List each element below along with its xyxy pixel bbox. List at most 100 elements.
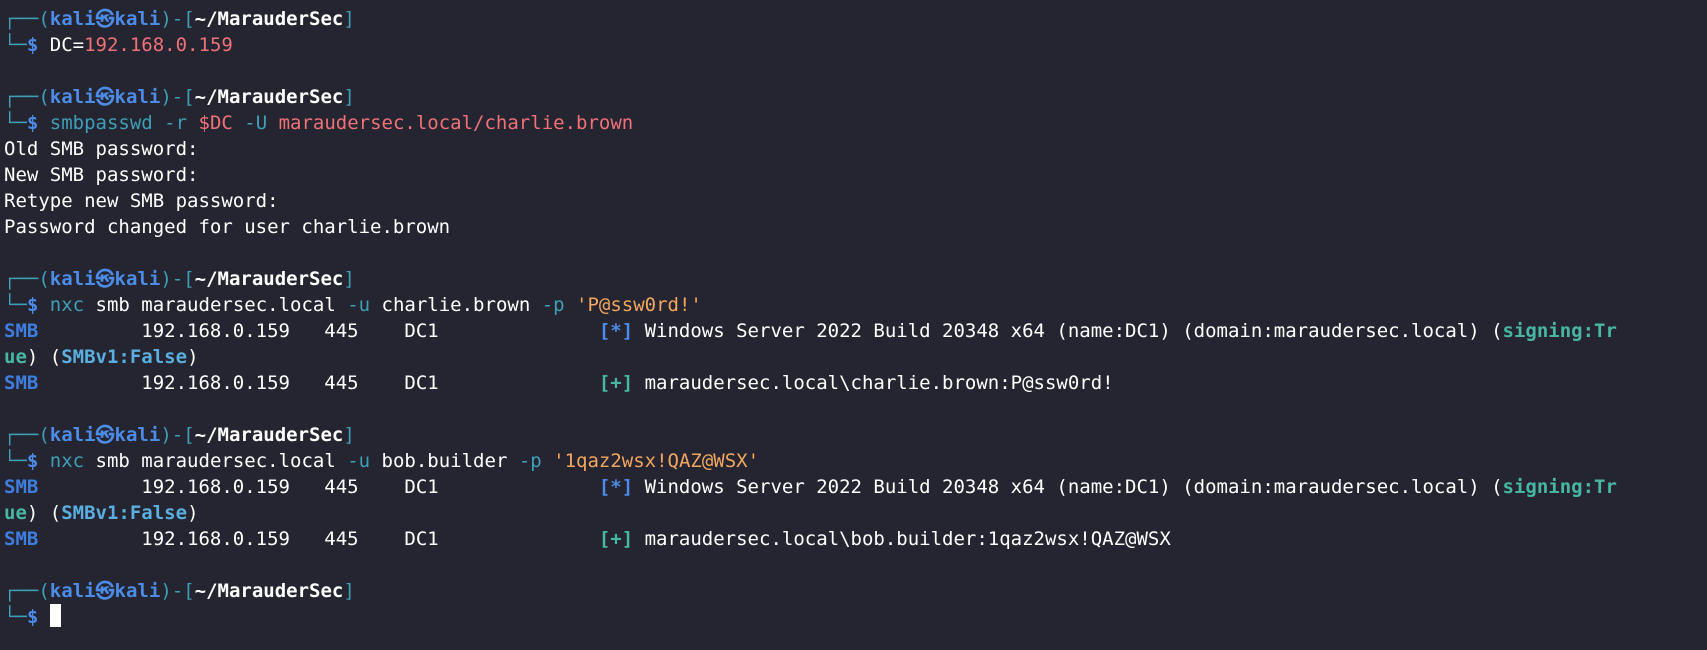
command-token: $DC xyxy=(198,112,233,134)
prompt-at-symbol: ㉿ xyxy=(95,268,115,290)
command-line: └─$ nxc smb maraudersec.local -u charlie… xyxy=(4,292,1707,318)
terminal-window[interactable]: ┌──(kali㉿kali)-[~/MarauderSec] └─$ DC=192… xyxy=(0,0,1707,650)
output-token: 192.168.0.159 445 DC1 xyxy=(38,476,599,498)
prompt-frame: ] xyxy=(343,86,355,108)
command-token: DC= xyxy=(38,34,85,56)
prompt-frame: └─ xyxy=(4,294,27,316)
command-line: └─$ DC=192.168.0.159 xyxy=(4,32,1707,58)
prompt-symbol: $ xyxy=(26,606,39,628)
prompt-cwd: ~/MarauderSec xyxy=(194,424,344,446)
prompt-symbol: $ xyxy=(26,34,39,56)
output-line: ue) (SMBv1:False) xyxy=(4,344,1707,370)
command-token: -p xyxy=(518,450,542,472)
output-token: SMB xyxy=(4,320,39,342)
prompt-frame: └─ xyxy=(4,606,27,628)
command-token: nxc xyxy=(38,294,85,316)
prompt-header: ┌──(kali㉿kali)-[~/MarauderSec] xyxy=(4,578,1707,604)
output-token: ) xyxy=(187,346,199,368)
output-token: maraudersec.local\bob.builder:1qaz2wsx!Q… xyxy=(633,528,1171,550)
prompt-frame: └─ xyxy=(4,112,27,134)
command-token: -r xyxy=(152,112,199,134)
output-token: SMBv1:False xyxy=(61,346,188,368)
output-token: [*] xyxy=(598,320,634,342)
prompt-symbol: $ xyxy=(26,294,39,316)
prompt-host: kali xyxy=(114,268,161,290)
output-token: Windows Server 2022 Build 20348 x64 (nam… xyxy=(633,320,1503,342)
prompt-frame: ┌──( xyxy=(4,424,50,446)
prompt-host: kali xyxy=(114,86,161,108)
prompt-cwd: ~/MarauderSec xyxy=(194,8,344,30)
prompt-frame: )-[ xyxy=(160,86,195,108)
output-token: SMBv1:False xyxy=(61,502,188,524)
command-token: maraudersec.local/charlie.brown xyxy=(278,112,634,134)
output-token: signing:Tr xyxy=(1502,320,1617,342)
command-token: smbpasswd xyxy=(38,112,153,134)
prompt-header: ┌──(kali㉿kali)-[~/MarauderSec] xyxy=(4,84,1707,110)
output-token: SMB xyxy=(4,476,39,498)
prompt-cwd: ~/MarauderSec xyxy=(194,86,344,108)
output-line: SMB 192.168.0.159 445 DC1 [+] marauderse… xyxy=(4,526,1707,552)
prompt-frame: ] xyxy=(343,8,355,30)
prompt-header: ┌──(kali㉿kali)-[~/MarauderSec] xyxy=(4,6,1707,32)
prompt-frame: └─ xyxy=(4,34,27,56)
output-token: Retype new SMB password: xyxy=(4,190,279,212)
command-token: -p xyxy=(541,294,565,316)
output-token: ue xyxy=(4,502,27,524)
output-token: [+] xyxy=(598,372,634,394)
output-line: Old SMB password: xyxy=(4,136,1707,162)
prompt-user: kali xyxy=(49,424,96,446)
output-token: [+] xyxy=(598,528,634,550)
output-line: Retype new SMB password: xyxy=(4,188,1707,214)
prompt-at-symbol: ㉿ xyxy=(95,424,115,446)
prompt-cwd: ~/MarauderSec xyxy=(194,268,344,290)
prompt-at-symbol: ㉿ xyxy=(95,86,115,108)
command-token: 'P@ssw0rd!' xyxy=(564,294,702,316)
prompt-frame: )-[ xyxy=(160,580,195,602)
output-token: maraudersec.local\charlie.brown:P@ssw0rd… xyxy=(633,372,1114,394)
prompt-user: kali xyxy=(49,580,96,602)
output-token: signing:Tr xyxy=(1502,476,1617,498)
output-token: SMB xyxy=(4,528,39,550)
command-token: '1qaz2wsx!QAZ@WSX' xyxy=(541,450,760,472)
prompt-host: kali xyxy=(114,8,161,30)
command-line: └─$ xyxy=(4,604,1707,630)
prompt-frame: ┌──( xyxy=(4,8,50,30)
command-token: smb maraudersec.local xyxy=(84,294,348,316)
output-line: SMB 192.168.0.159 445 DC1 [+] marauderse… xyxy=(4,370,1707,396)
output-token: Windows Server 2022 Build 20348 x64 (nam… xyxy=(633,476,1503,498)
output-token: Old SMB password: xyxy=(4,138,199,160)
output-token: SMB xyxy=(4,372,39,394)
output-token: 192.168.0.159 445 DC1 xyxy=(38,372,599,394)
prompt-frame: ┌──( xyxy=(4,580,50,602)
output-token: Password changed for user charlie.brown xyxy=(4,216,451,238)
command-token: -U xyxy=(232,112,279,134)
prompt-symbol: $ xyxy=(26,112,39,134)
output-token: [*] xyxy=(598,476,634,498)
prompt-user: kali xyxy=(49,268,96,290)
text-cursor[interactable] xyxy=(49,604,61,627)
prompt-user: kali xyxy=(49,86,96,108)
output-line: ue) (SMBv1:False) xyxy=(4,500,1707,526)
prompt-frame: )-[ xyxy=(160,424,195,446)
prompt-frame: ┌──( xyxy=(4,268,50,290)
command-line: └─$ nxc smb maraudersec.local -u bob.bui… xyxy=(4,448,1707,474)
output-token: ) ( xyxy=(26,346,62,368)
prompt-host: kali xyxy=(114,424,161,446)
prompt-frame: )-[ xyxy=(160,8,195,30)
prompt-at-symbol: ㉿ xyxy=(95,8,115,30)
prompt-frame: └─ xyxy=(4,450,27,472)
output-token: 192.168.0.159 445 DC1 xyxy=(38,528,599,550)
command-token: nxc xyxy=(38,450,85,472)
prompt-header: ┌──(kali㉿kali)-[~/MarauderSec] xyxy=(4,266,1707,292)
prompt-host: kali xyxy=(114,580,161,602)
output-token: ) xyxy=(187,502,199,524)
command-token: bob.builder xyxy=(370,450,519,472)
output-token: 192.168.0.159 445 DC1 xyxy=(38,320,599,342)
prompt-frame: )-[ xyxy=(160,268,195,290)
prompt-frame: ┌──( xyxy=(4,86,50,108)
output-token: New SMB password: xyxy=(4,164,199,186)
output-token: ) ( xyxy=(26,502,62,524)
